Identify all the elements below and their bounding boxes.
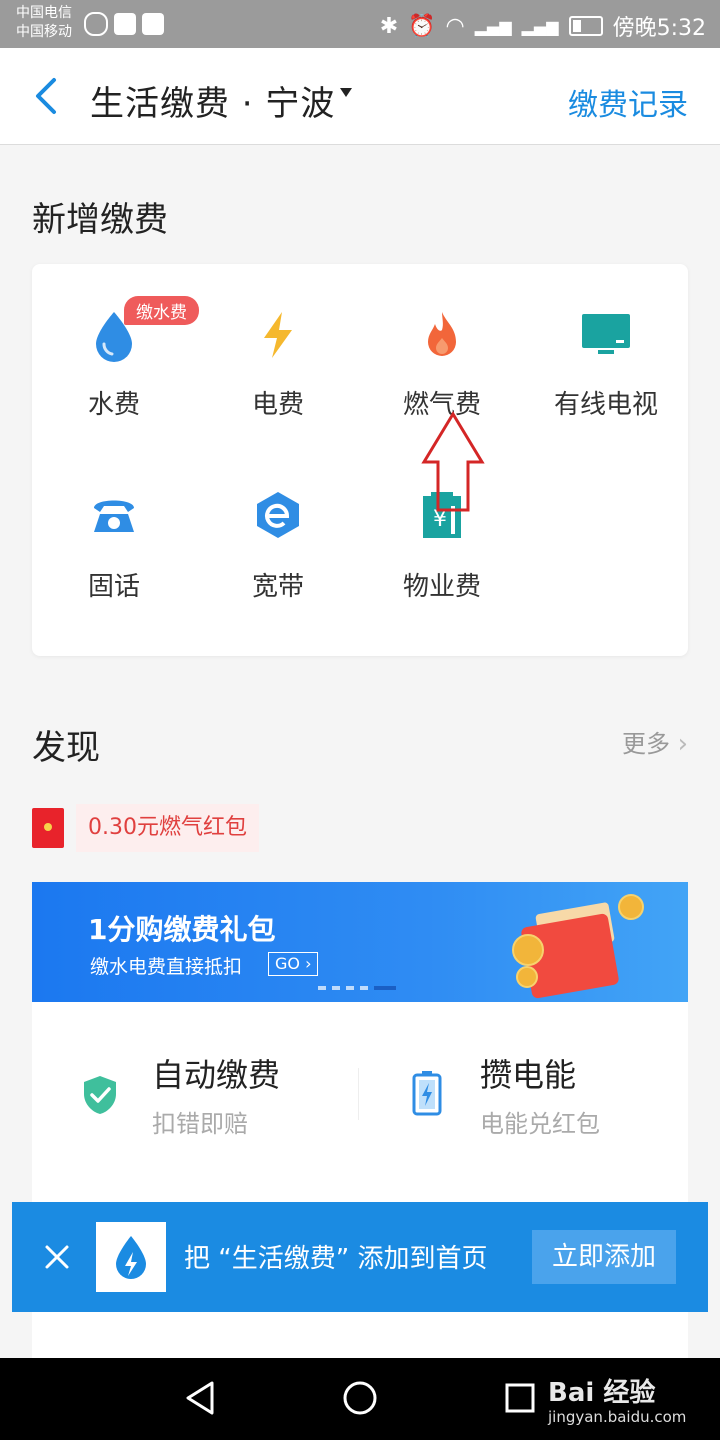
coin-icon	[618, 894, 644, 920]
baidu-notification-icon	[142, 13, 164, 35]
status-indicators: ✱ ⏰ ◠ ▂▄▆ ▂▄▆ 傍晚5:32	[380, 10, 706, 42]
clock-time: 傍晚5:32	[612, 16, 706, 41]
banner-go-button[interactable]: GO ›	[268, 952, 319, 976]
section-title-discover: 发现	[32, 728, 100, 768]
carousel-dot[interactable]	[318, 986, 326, 990]
carousel-dot[interactable]	[332, 986, 340, 990]
signal-2-icon: ▂▄▆	[521, 16, 559, 36]
alarm-icon: ⏰	[408, 13, 436, 39]
app-logo	[96, 1222, 166, 1292]
flame-icon	[428, 312, 456, 356]
water-badge: 缴水费	[124, 296, 199, 325]
feature-title: 自动缴费	[152, 1056, 281, 1094]
carousel-dot[interactable]	[360, 986, 368, 990]
battery-icon	[412, 1071, 442, 1116]
nav-back-icon[interactable]	[184, 1380, 218, 1416]
carousel-dot[interactable]	[346, 986, 354, 990]
red-packet-promo[interactable]: 0.30元燃气红包	[76, 804, 259, 852]
carrier-2: 中国移动	[16, 24, 72, 40]
bluetooth-icon: ✱	[379, 13, 399, 39]
signal-icon: ▂▄▆	[474, 16, 512, 36]
payment-record-link[interactable]: 缴费记录	[568, 80, 688, 124]
service-broadband[interactable]: 宽带	[198, 486, 358, 606]
nav-bar: 生活缴费 · 宁波 缴费记录	[0, 48, 720, 145]
service-cable-tv[interactable]: 有线电视	[526, 304, 686, 424]
service-label: 宽带	[251, 572, 304, 602]
service-grid-card: 缴水费 水费 电费 燃气费 有线电视 固话 宽带 ¥ 物业费	[32, 264, 688, 656]
carousel-dot-active[interactable]	[374, 986, 396, 990]
red-packet-icon	[32, 808, 64, 848]
watermark-url: jingyan.baidu.com	[548, 1408, 687, 1426]
service-label: 水费	[87, 390, 140, 420]
tv-icon	[582, 314, 630, 354]
service-gas[interactable]: 燃气费	[362, 304, 522, 424]
banner-title: 1分购缴费礼包	[88, 913, 276, 946]
service-label: 电费	[251, 390, 304, 420]
status-bar: 中国电信 中国移动 ✱ ⏰ ◠ ▂▄▆ ▂▄▆ 傍晚5:32	[0, 0, 720, 48]
divider	[358, 1068, 359, 1120]
shield-check-icon	[84, 1076, 116, 1114]
lightning-icon	[264, 312, 292, 358]
telephone-icon	[94, 500, 134, 532]
annotation-arrow-up-icon	[421, 411, 485, 512]
feature-subtitle: 扣错即赔	[152, 1110, 248, 1138]
chevron-right-icon: ›	[300, 954, 312, 973]
feature-subtitle: 电能兑红包	[480, 1110, 600, 1138]
feature-title: 攒电能	[480, 1056, 577, 1094]
broadband-icon	[257, 492, 299, 538]
carrier-1: 中国电信	[16, 5, 72, 21]
more-link[interactable]: 更多 ›	[622, 724, 688, 759]
feature-save-energy[interactable]: 攒电能 电能兑红包	[362, 1042, 688, 1152]
nav-home-icon[interactable]	[342, 1380, 378, 1416]
add-to-home-text: 把 “生活缴费” 添加到首页	[184, 1244, 488, 1274]
coin-icon	[516, 966, 538, 988]
more-label: 更多	[621, 730, 670, 758]
service-label: 固话	[87, 572, 140, 602]
battery-status-icon	[568, 16, 603, 36]
feature-auto-pay[interactable]: 自动缴费 扣错即赔	[32, 1042, 358, 1152]
carousel-indicator	[318, 986, 396, 990]
section-title-new-payment: 新增缴费	[32, 200, 168, 240]
chevron-left-icon	[36, 78, 56, 114]
back-button[interactable]	[28, 74, 68, 118]
service-label: 物业费	[402, 572, 481, 602]
chevron-right-icon: ›	[677, 729, 688, 759]
go-label: GO	[275, 954, 300, 973]
service-label: 有线电视	[553, 390, 658, 420]
nav-recents-icon[interactable]	[504, 1382, 536, 1414]
caret-down-icon[interactable]	[340, 88, 352, 97]
service-water[interactable]: 缴水费 水费	[34, 296, 199, 424]
life-payment-logo-icon	[116, 1236, 146, 1279]
app-notification-icon	[84, 12, 108, 36]
banner-subtitle: 缴水电费直接抵扣	[90, 956, 243, 978]
browser-notification-icon	[114, 13, 136, 35]
coin-icon	[512, 934, 544, 966]
carrier-info: 中国电信 中国移动	[16, 4, 72, 42]
watermark-brand: Bai 经验	[548, 1378, 656, 1408]
promo-banner[interactable]: 1分购缴费礼包 缴水电费直接抵扣 GO ›	[32, 882, 688, 1002]
page-title[interactable]: 生活缴费 · 宁波	[90, 76, 335, 125]
add-now-button[interactable]: 立即添加	[532, 1230, 676, 1284]
wifi-icon: ◠	[445, 13, 465, 39]
service-electricity[interactable]: 电费	[198, 304, 358, 424]
service-landline[interactable]: 固话	[34, 486, 194, 606]
notification-icons	[84, 12, 164, 36]
add-to-home-bar: 把 “生活缴费” 添加到首页 立即添加	[12, 1202, 708, 1312]
close-icon[interactable]	[42, 1242, 72, 1272]
